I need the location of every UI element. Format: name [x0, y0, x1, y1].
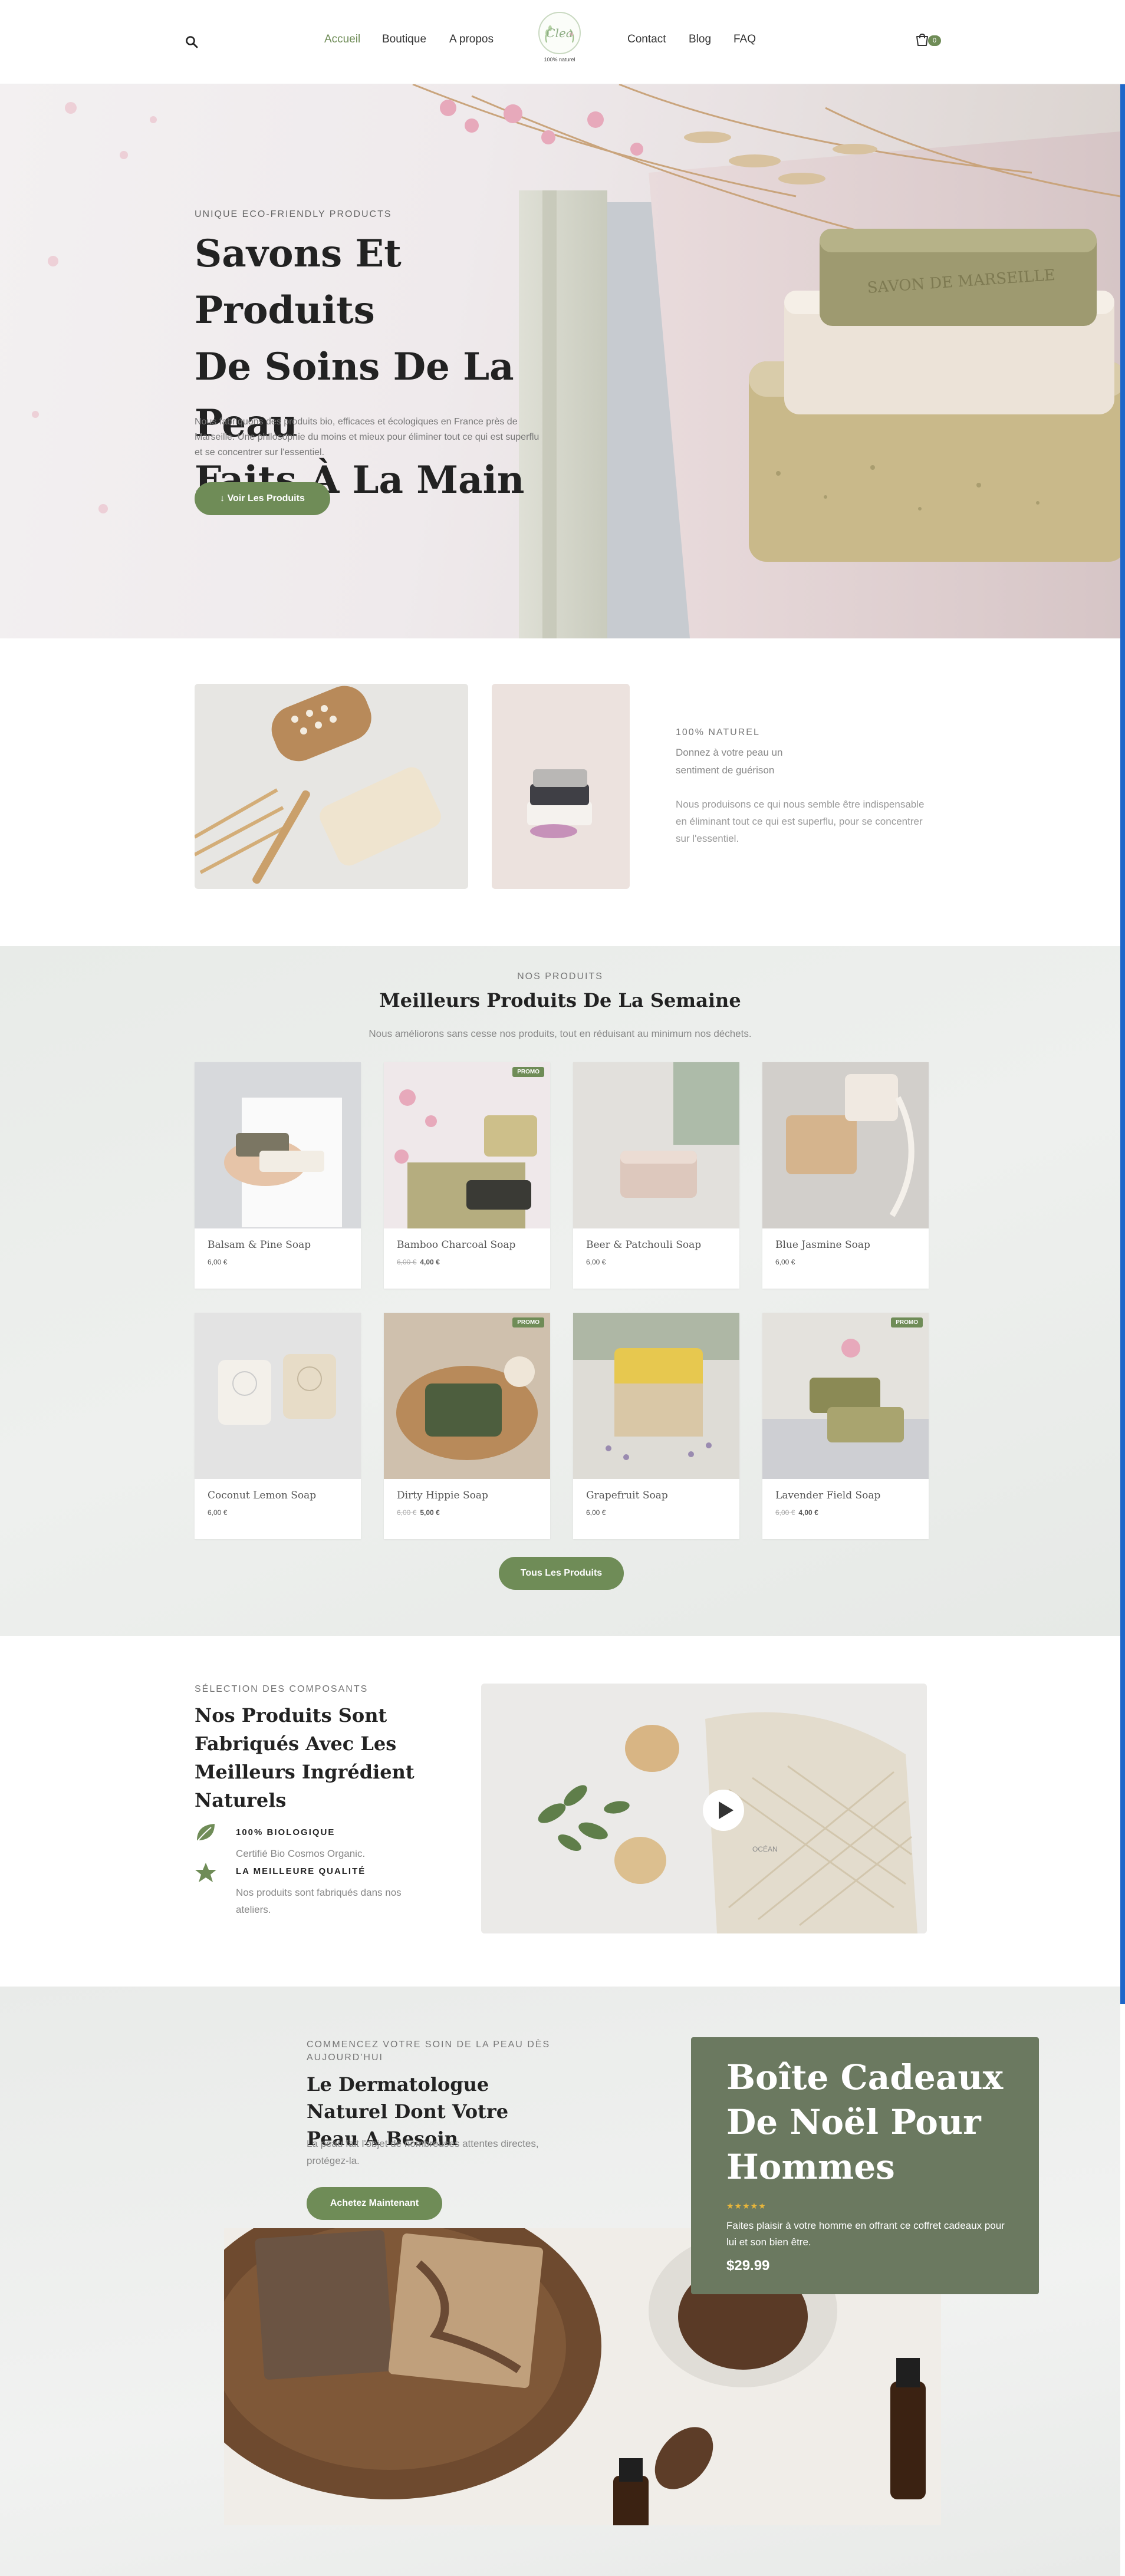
logo-emblem: Clea [538, 12, 581, 54]
product-image[interactable]: PROMO [762, 1313, 929, 1479]
gift-title: Boîte Cadeaux De Noël Pour Hommes [726, 2057, 1004, 2187]
product-price: 6,00 €4,00 € [397, 1258, 440, 1266]
cart-count-badge: 0 [928, 35, 941, 46]
hero-eyebrow: UNIQUE ECO-FRIENDLY PRODUCTS [195, 209, 392, 219]
promo-badge: PROMO [891, 1317, 923, 1327]
play-icon[interactable] [703, 1790, 744, 1831]
product-price: 6,00 € [775, 1258, 795, 1266]
gift-box-card[interactable]: Boîte Cadeaux De Noël Pour Hommes ★★★★★ … [691, 2037, 1039, 2294]
product-name[interactable]: Blue Jasmine Soap [775, 1239, 870, 1251]
feature-title: 100% BIOLOGIQUE [236, 1827, 335, 1837]
hero-title: Savons Et Produits De Soins De La Peau F… [195, 226, 572, 509]
cta-text: La peau fait l'objet de nombreuses atten… [307, 2138, 539, 2166]
page: Accueil Boutique A propos Clea 100% natu… [0, 0, 1125, 2576]
product-name[interactable]: Balsam & Pine Soap [208, 1239, 311, 1251]
shop-now-button[interactable]: Achetez Maintenant [307, 2187, 442, 2220]
product-name[interactable]: Dirty Hippie Soap [397, 1490, 488, 1501]
hero-section: SAVON DE MARSEILLE UNIQUE ECO-FRIENDLY P… [0, 84, 1120, 638]
product-card[interactable]: Blue Jasmine Soap 6,00 € [762, 1062, 929, 1289]
gift-price: $29.99 [726, 2258, 770, 2274]
bag-label: OCÉAN [752, 1844, 778, 1853]
product-image[interactable]: PROMO [384, 1313, 550, 1479]
cart-icon[interactable] [915, 33, 929, 47]
product-card[interactable]: Grapefruit Soap 6,00 € [573, 1313, 739, 1539]
product-name[interactable]: Grapefruit Soap [586, 1490, 668, 1501]
product-card[interactable]: PROMO Lavender Field Soap 6,00 €4,00 € [762, 1313, 929, 1539]
products-title: Meilleurs Produits De La Semaine [379, 989, 741, 1012]
cta-eyebrow: COMMENCEZ VOTRE SOIN DE LA PEAU DÈS AUJO… [307, 2040, 551, 2063]
product-name[interactable]: Beer & Patchouli Soap [586, 1239, 701, 1251]
gift-text: Faites plaisir à votre homme en offrant … [726, 2220, 1005, 2248]
product-image[interactable] [573, 1062, 739, 1228]
product-image[interactable] [573, 1313, 739, 1479]
logo-text: Clea [546, 26, 573, 40]
intro-title: Donnez à votre peau un sentiment de guér… [676, 747, 783, 776]
feature-text: Certifié Bio Cosmos Organic. [236, 1848, 366, 1859]
product-price: 6,00 €4,00 € [775, 1508, 818, 1517]
site-logo[interactable]: Clea 100% naturel [534, 12, 585, 71]
nav-faq[interactable]: FAQ [733, 33, 756, 46]
product-image[interactable] [195, 1313, 361, 1479]
feature-title: LA MEILLEURE QUALITÉ [236, 1866, 366, 1876]
nav-accueil[interactable]: Accueil [324, 33, 360, 46]
scroll-indicator[interactable] [1120, 84, 1125, 2004]
ingredients-eyebrow: SÉLECTION DES COMPOSANTS [195, 1684, 369, 1694]
ingredients-video[interactable]: OCÉAN [481, 1684, 927, 1933]
hero-title-line: Savons Et Produits [195, 232, 402, 332]
product-image[interactable] [762, 1062, 929, 1228]
product-card[interactable]: Beer & Patchouli Soap 6,00 € [573, 1062, 739, 1289]
product-card[interactable]: PROMO Dirty Hippie Soap 6,00 €5,00 € [384, 1313, 550, 1539]
nav-contact[interactable]: Contact [627, 33, 666, 46]
nav-boutique[interactable]: Boutique [382, 33, 426, 46]
ingredients-title: Nos Produits Sont Fabriqués Avec Les Mei… [195, 1704, 415, 1811]
search-icon[interactable] [185, 35, 198, 48]
products-subtitle: Nous améliorons sans cesse nos produits,… [369, 1028, 752, 1039]
all-products-button[interactable]: Tous Les Produits [499, 1557, 624, 1590]
product-card[interactable]: Balsam & Pine Soap 6,00 € [195, 1062, 361, 1289]
star-icon [195, 1863, 216, 1882]
product-card[interactable]: PROMO Bamboo Charcoal Soap 6,00 €4,00 € [384, 1062, 550, 1289]
hero-description: Nous fabriquons des produits bio, effica… [195, 417, 540, 457]
product-image[interactable]: PROMO [384, 1062, 550, 1228]
leaf-icon [197, 1824, 215, 1841]
product-price: 6,00 € [208, 1258, 228, 1266]
nav-a-propos[interactable]: A propos [449, 33, 494, 46]
product-image[interactable] [195, 1062, 361, 1228]
product-name[interactable]: Lavender Field Soap [775, 1490, 880, 1501]
nav-blog[interactable]: Blog [689, 33, 711, 46]
product-price: 6,00 € [586, 1258, 606, 1266]
product-name[interactable]: Coconut Lemon Soap [208, 1490, 316, 1501]
product-name[interactable]: Bamboo Charcoal Soap [397, 1239, 515, 1251]
products-section [0, 946, 1120, 1636]
logo-subtext: 100% naturel [544, 57, 575, 62]
product-card[interactable]: Coconut Lemon Soap 6,00 € [195, 1313, 361, 1539]
site-header: Accueil Boutique A propos Clea 100% natu… [0, 0, 1125, 84]
product-price: 6,00 € [208, 1508, 228, 1517]
feature-text: Nos produits sont fabriqués dans nos ate… [236, 1887, 402, 1915]
intro-eyebrow: 100% NATUREL [676, 727, 760, 737]
promo-badge: PROMO [512, 1317, 544, 1327]
product-price: 6,00 €5,00 € [397, 1508, 440, 1517]
product-price: 6,00 € [586, 1508, 606, 1517]
products-eyebrow: NOS PRODUITS [517, 971, 603, 981]
brush-soap-image [195, 684, 468, 889]
intro-text: Nous produisons ce qui nous semble être … [676, 799, 925, 844]
rating-stars-icon: ★★★★★ [726, 2201, 767, 2211]
view-products-button[interactable]: ↓ Voir Les Produits [195, 482, 330, 515]
soap-stack-image [492, 684, 630, 889]
promo-badge: PROMO [512, 1067, 544, 1077]
